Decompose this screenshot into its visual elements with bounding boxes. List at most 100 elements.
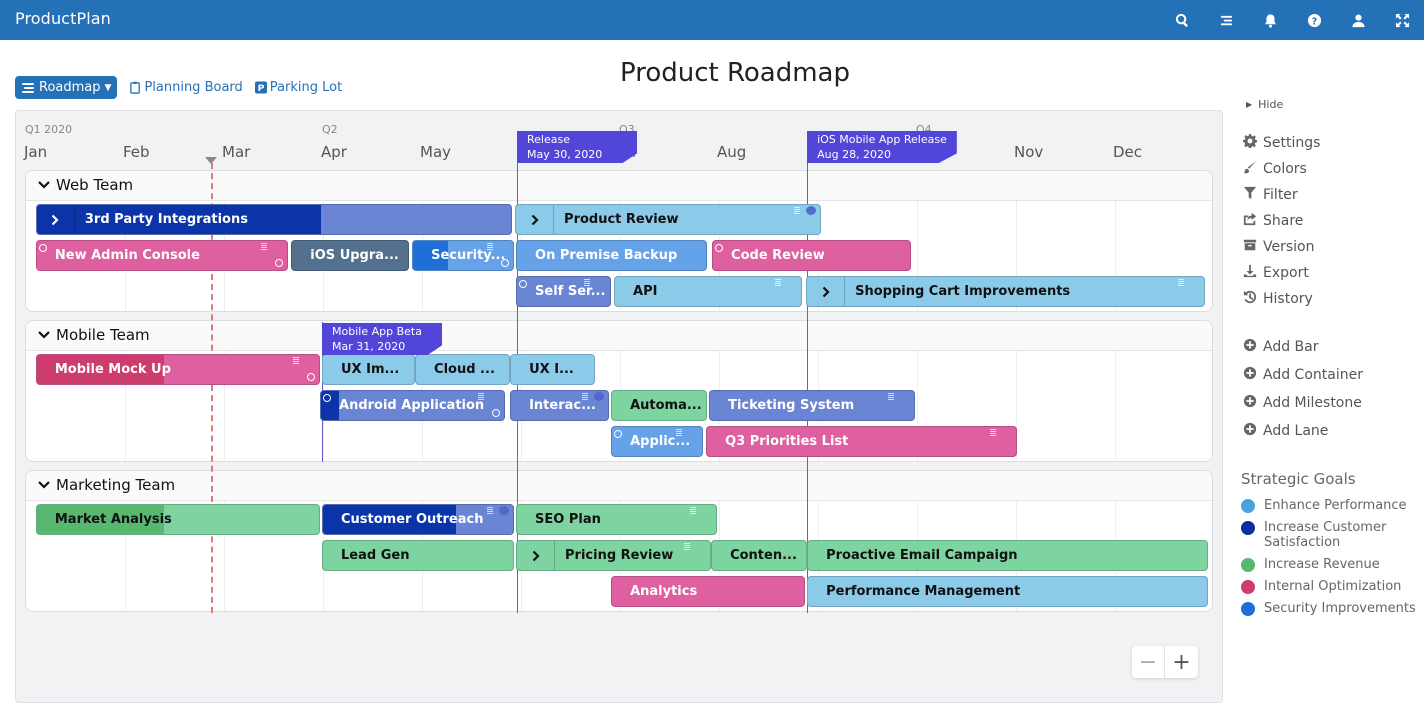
chevron-down-icon[interactable]	[38, 176, 50, 194]
roadmap-view-dropdown[interactable]: Roadmap ▼	[15, 76, 118, 99]
drag-handle-icon[interactable]	[887, 393, 894, 401]
drag-handle-icon[interactable]	[676, 429, 683, 437]
drag-handle-icon[interactable]	[293, 357, 299, 365]
drag-handle-icon[interactable]	[487, 243, 494, 251]
lane-title[interactable]: Mobile Team	[38, 326, 150, 344]
roadmap-bar[interactable]: Q3 Priorities List	[706, 426, 1017, 457]
comment-icon[interactable]	[499, 506, 510, 515]
roadmap-bar[interactable]: iOS Upgra...	[291, 240, 410, 271]
today-marker-icon	[205, 157, 217, 164]
roadmap-bar[interactable]: Ticketing System	[709, 390, 915, 421]
drag-handle-icon[interactable]	[684, 543, 691, 551]
dependency-left-icon[interactable]	[38, 244, 47, 252]
tab-parking-lot[interactable]: P Parking Lot	[254, 80, 342, 95]
comment-icon[interactable]	[594, 392, 605, 401]
goal-color-swatch	[1241, 558, 1255, 572]
roadmap-bar[interactable]: UX I...	[510, 354, 596, 385]
roadmap-bar[interactable]: UX Im...	[322, 354, 416, 385]
drag-handle-icon[interactable]	[478, 393, 485, 401]
roadmap-bar[interactable]: Self Ser...	[516, 276, 612, 307]
sidebar-item-filter[interactable]: Filter	[1243, 186, 1298, 204]
dependency-left-icon[interactable]	[519, 280, 528, 288]
drag-handle-icon[interactable]	[989, 429, 996, 437]
help-icon[interactable]: ?	[1292, 0, 1336, 40]
drag-handle-icon[interactable]	[775, 279, 782, 287]
roadmap-bar[interactable]: Product Review	[515, 204, 821, 235]
dependency-left-icon[interactable]	[323, 394, 332, 402]
bell-icon[interactable]	[1248, 0, 1292, 40]
roadmap-bar[interactable]: Mobile Mock Up	[35, 354, 320, 385]
lane-title[interactable]: Web Team	[38, 176, 133, 194]
roadmap-bar[interactable]: Lead Gen	[322, 540, 515, 571]
lane-title[interactable]: Marketing Team	[38, 476, 175, 494]
sidebar-item-export[interactable]: Export	[1243, 264, 1309, 282]
strategic-goals-title: Strategic Goals	[1241, 470, 1356, 488]
chevron-down-icon[interactable]	[38, 476, 50, 494]
drag-handle-icon[interactable]	[582, 393, 589, 401]
milestone-title: Release	[527, 133, 570, 146]
add-milestone-button[interactable]: Add Milestone	[1243, 394, 1362, 412]
brand-logo[interactable]: ProductPlan	[15, 9, 111, 28]
roadmap-bar[interactable]: New Admin Console	[35, 240, 289, 271]
roadmap-bar[interactable]: Pricing Review	[516, 540, 712, 571]
tab-planning-board[interactable]: Planning Board	[129, 80, 243, 95]
drag-handle-icon[interactable]	[793, 207, 800, 215]
milestone-flag[interactable]: Mobile App Beta Mar 31, 2020	[322, 323, 442, 355]
roadmap-bar[interactable]: Security...	[412, 240, 515, 271]
expand-chevron-icon[interactable]	[37, 205, 75, 234]
roadmap-bar[interactable]: Market Analysis	[35, 504, 320, 535]
roadmap-bar[interactable]: Applic...	[611, 426, 704, 457]
milestone-flag[interactable]: Release May 30, 2020	[517, 131, 638, 163]
roadmap-bar[interactable]: Shopping Cart Improvements	[806, 276, 1206, 307]
milestone-flag[interactable]: iOS Mobile App Release Aug 28, 2020	[807, 131, 957, 163]
add-lane-button[interactable]: Add Lane	[1243, 422, 1328, 440]
roadmap-bar[interactable]: Cloud ...	[415, 354, 511, 385]
expand-chevron-icon[interactable]	[516, 205, 555, 234]
roadmap-bar[interactable]: On Premise Backup	[516, 240, 708, 271]
dependency-right-icon[interactable]	[501, 259, 510, 267]
add-bar-button[interactable]: Add Bar	[1243, 338, 1319, 356]
dependency-left-icon[interactable]	[715, 244, 724, 252]
sidebar-item-version[interactable]: Version	[1243, 238, 1314, 256]
roadmap-bar[interactable]: API	[614, 276, 803, 307]
add-action-label: Add Lane	[1263, 423, 1329, 439]
zoom-in-button[interactable]: +	[1165, 646, 1198, 678]
roadmap-bar[interactable]: Customer Outreach	[322, 504, 515, 535]
search-icon[interactable]	[1160, 0, 1204, 40]
fullscreen-icon[interactable]	[1380, 0, 1424, 40]
roadmap-bar[interactable]: Performance Management	[807, 576, 1209, 607]
expand-chevron-icon[interactable]	[517, 541, 556, 570]
roadmap-bar[interactable]: Android Application	[320, 390, 506, 421]
sidebar-item-settings[interactable]: Settings	[1243, 134, 1320, 152]
roadmap-bar[interactable]: 3rd Party Integrations	[35, 204, 513, 235]
zoom-out-button[interactable]: −	[1132, 646, 1165, 678]
roadmap-bar[interactable]: Proactive Email Campaign	[807, 540, 1209, 571]
dependency-right-icon[interactable]	[275, 259, 284, 267]
dependency-right-icon[interactable]	[492, 409, 501, 417]
drag-handle-icon[interactable]	[261, 243, 268, 251]
drag-handle-icon[interactable]	[690, 507, 696, 515]
sidebar-item-share[interactable]: Share	[1243, 212, 1303, 230]
roadmap-bar[interactable]: Interac...	[510, 390, 610, 421]
drag-handle-icon[interactable]	[487, 507, 494, 515]
sidebar-item-colors[interactable]: Colors	[1243, 160, 1307, 178]
bar-label: Customer Outreach	[341, 512, 484, 527]
roadmap-bar[interactable]: Automa...	[611, 390, 708, 421]
expand-chevron-icon[interactable]	[807, 277, 846, 306]
bar-label: Q3 Priorities List	[725, 434, 849, 449]
drag-handle-icon[interactable]	[584, 279, 591, 287]
top-bar: ProductPlan ?	[0, 0, 1424, 40]
roadmap-bar[interactable]: Analytics	[611, 576, 806, 607]
chevron-down-icon[interactable]	[38, 326, 50, 344]
list-icon[interactable]	[1204, 0, 1248, 40]
sidebar-item-history[interactable]: History	[1243, 290, 1313, 308]
drag-handle-icon[interactable]	[1178, 279, 1185, 287]
roadmap-bar[interactable]: SEO Plan	[516, 504, 717, 535]
user-icon[interactable]	[1336, 0, 1380, 40]
comment-icon[interactable]	[805, 206, 816, 215]
dependency-right-icon[interactable]	[307, 373, 315, 381]
roadmap-bar[interactable]: Conten...	[711, 540, 808, 571]
hide-sidebar-button[interactable]: ▶ Hide	[1246, 98, 1283, 111]
add-container-button[interactable]: Add Container	[1243, 366, 1363, 384]
roadmap-bar[interactable]: Code Review	[712, 240, 912, 271]
